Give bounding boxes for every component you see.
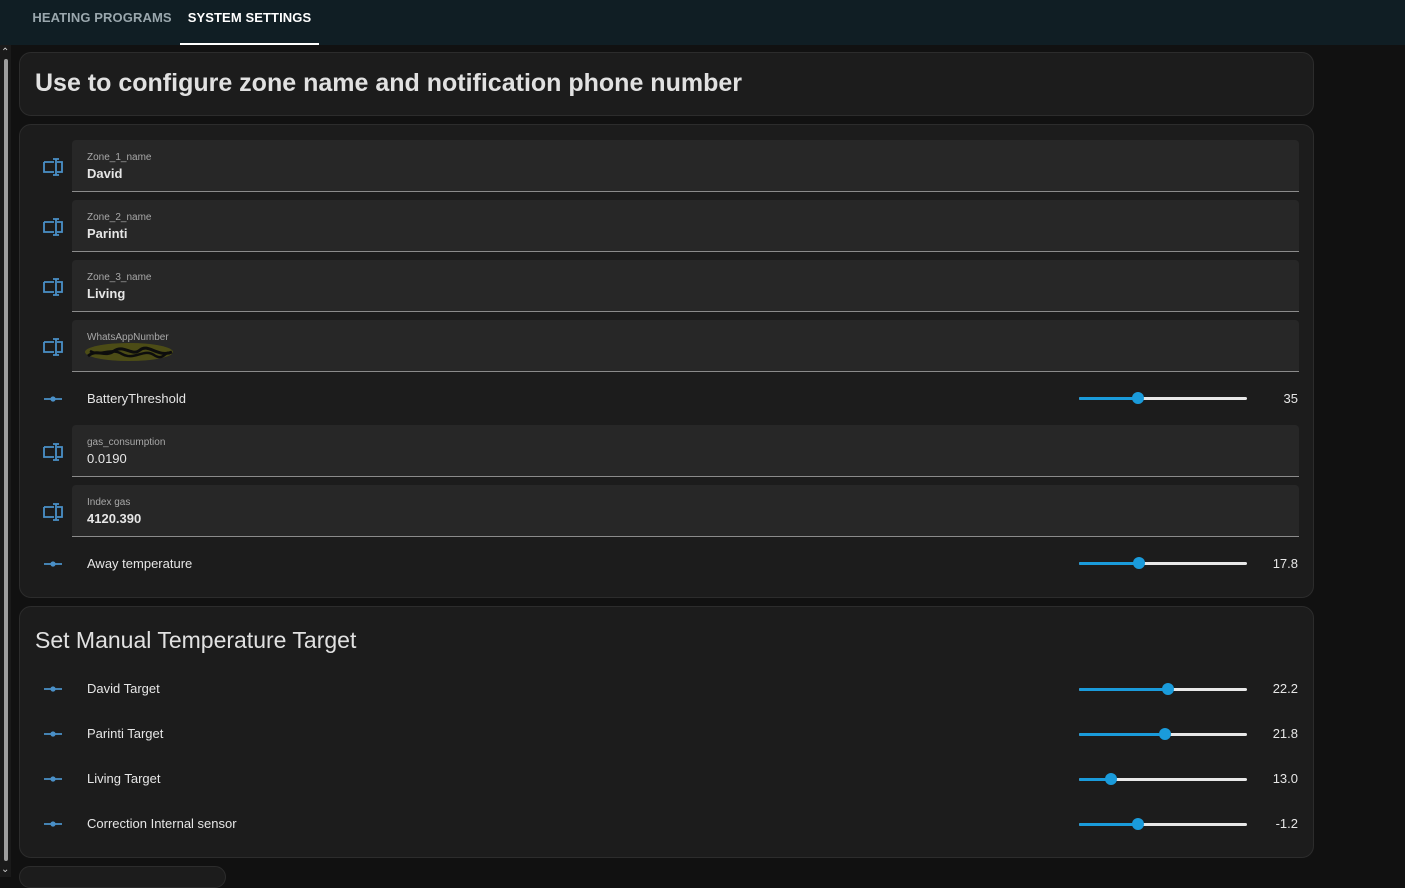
parinti-target-value: 21.8 [1272, 726, 1298, 741]
field-label: Index gas [87, 497, 131, 508]
slider-thumb[interactable] [1105, 773, 1117, 785]
field-value[interactable]: 4120.390 [87, 511, 141, 526]
form-textbox-icon [43, 218, 63, 236]
away-temperature-slider[interactable] [1079, 556, 1247, 570]
ray-vertex-icon [44, 821, 62, 827]
slider-fill [1079, 562, 1139, 565]
slider-fill [1079, 397, 1138, 400]
field-label: Zone_1_name [87, 152, 152, 163]
correction-sensor-slider[interactable] [1079, 817, 1247, 831]
form-textbox-icon [43, 443, 63, 461]
slider-thumb[interactable] [1159, 728, 1171, 740]
scroll-thumb[interactable] [4, 59, 8, 861]
scroll-up-icon[interactable]: ⌃ [1, 47, 9, 58]
whatsapp-number-field[interactable]: WhatsAppNumber [72, 320, 1299, 372]
ray-vertex-icon [44, 776, 62, 782]
index-gas-field[interactable]: Index gas 4120.390 [72, 485, 1299, 537]
slider-thumb[interactable] [1132, 818, 1144, 830]
field-value[interactable]: David [87, 166, 122, 181]
away-temperature-label: Away temperature [87, 556, 193, 571]
battery-threshold-slider[interactable] [1079, 391, 1247, 405]
settings-entities-card: Zone_1_name David Zone_2_name Parinti Zo… [19, 124, 1314, 598]
living-target-value: 13.0 [1272, 771, 1298, 786]
slider-thumb[interactable] [1133, 557, 1145, 569]
gas-consumption-field[interactable]: gas_consumption 0.0190 [72, 425, 1299, 477]
slider-fill [1079, 823, 1138, 826]
slider-thumb[interactable] [1132, 392, 1144, 404]
away-temperature-value: 17.8 [1272, 556, 1298, 571]
parinti-target-label: Parinti Target [87, 726, 164, 741]
next-card [19, 866, 226, 888]
correction-sensor-label: Correction Internal sensor [87, 816, 237, 831]
field-label: gas_consumption [87, 437, 166, 448]
config-heading-card: Use to configure zone name and notificat… [19, 52, 1314, 116]
parinti-target-slider[interactable] [1079, 727, 1247, 741]
ray-vertex-icon [44, 396, 62, 402]
zone3-name-field[interactable]: Zone_3_name Living [72, 260, 1299, 312]
battery-threshold-value: 35 [1283, 391, 1298, 406]
tab-heating-programs[interactable]: HEATING PROGRAMS [28, 0, 176, 45]
page-scrollbar[interactable]: ⌃ ⌄ [0, 45, 11, 877]
tab-system-settings[interactable]: SYSTEM SETTINGS [180, 0, 319, 45]
form-textbox-icon [43, 503, 63, 521]
zone1-name-field[interactable]: Zone_1_name David [72, 140, 1299, 192]
card-title: Use to configure zone name and notificat… [35, 69, 742, 97]
slider-fill [1079, 688, 1168, 691]
card-title: Set Manual Temperature Target [35, 627, 357, 653]
david-target-value: 22.2 [1272, 681, 1298, 696]
zone2-name-field[interactable]: Zone_2_name Parinti [72, 200, 1299, 252]
field-value[interactable]: Parinti [87, 226, 127, 241]
ray-vertex-icon [44, 561, 62, 567]
david-target-label: David Target [87, 681, 160, 696]
living-target-label: Living Target [87, 771, 161, 786]
field-label: Zone_3_name [87, 272, 152, 283]
david-target-slider[interactable] [1079, 682, 1247, 696]
field-value[interactable]: Living [87, 286, 125, 301]
ray-vertex-icon [44, 731, 62, 737]
form-textbox-icon [43, 338, 63, 356]
field-label: Zone_2_name [87, 212, 152, 223]
battery-threshold-label: BatteryThreshold [87, 391, 186, 406]
ray-vertex-icon [44, 686, 62, 692]
living-target-slider[interactable] [1079, 772, 1247, 786]
slider-fill [1079, 733, 1165, 736]
scroll-down-icon[interactable]: ⌄ [1, 864, 9, 875]
manual-temperature-card: Set Manual Temperature Target David Targ… [19, 606, 1314, 858]
form-textbox-icon [43, 278, 63, 296]
redacted-value [85, 343, 173, 361]
tab-bar: HEATING PROGRAMS SYSTEM SETTINGS [0, 0, 1405, 45]
field-value[interactable]: 0.0190 [87, 451, 127, 466]
correction-sensor-value: -1.2 [1275, 816, 1298, 831]
slider-thumb[interactable] [1162, 683, 1174, 695]
form-textbox-icon [43, 158, 63, 176]
